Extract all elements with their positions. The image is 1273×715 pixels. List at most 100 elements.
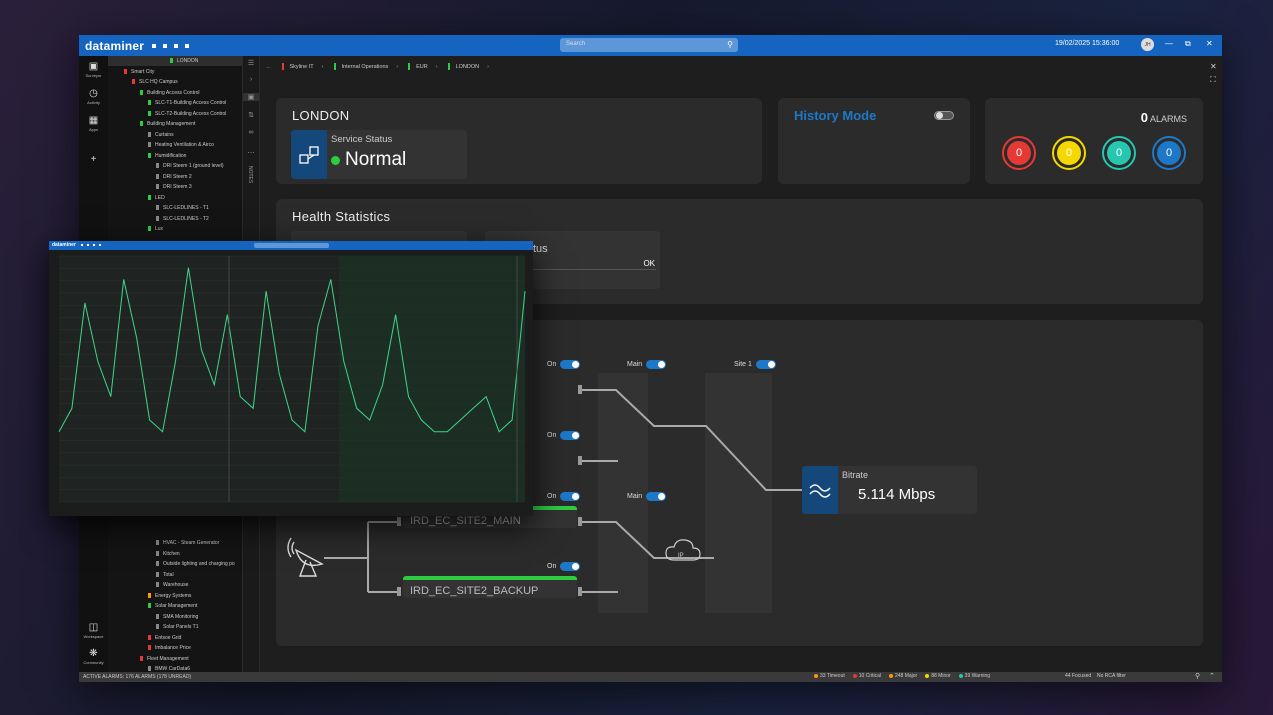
- tree-item[interactable]: Lux: [148, 225, 163, 233]
- state-icon: [408, 63, 411, 70]
- rail-label: Activity: [87, 100, 100, 105]
- tree-item[interactable]: Entsoe Grid: [148, 634, 181, 642]
- rail-surveyor[interactable]: ▣ Surveyor: [79, 61, 108, 78]
- alarm-circle-value: 0: [1107, 141, 1131, 165]
- trend-logo: dataminer: [52, 242, 76, 248]
- rail-add[interactable]: +: [79, 154, 108, 166]
- focused-count[interactable]: 44 Focused: [1065, 673, 1091, 679]
- restore-icon[interactable]: ⧉: [1185, 39, 1191, 49]
- tree-item[interactable]: SLC-T2-Building Access Control: [148, 110, 226, 118]
- breadcrumb-item[interactable]: Internal Operations ›: [333, 63, 398, 70]
- alarm-severity-count[interactable]: 248 Major: [888, 673, 918, 679]
- alarm-circle[interactable]: 0: [1052, 136, 1086, 170]
- tree-item-label: Energy Systems: [155, 592, 192, 599]
- tree-item[interactable]: Solar Management: [148, 602, 197, 610]
- rca-filter[interactable]: No RCA filter: [1097, 673, 1126, 679]
- app-menu-dots-icon[interactable]: [152, 43, 190, 48]
- tree-item[interactable]: Humidification: [148, 152, 186, 160]
- tree-item[interactable]: Curtains: [148, 131, 174, 139]
- severity-label: 10 Critical: [858, 673, 881, 679]
- link-icon[interactable]: ∞: [243, 129, 259, 136]
- rail-label: Workspace: [83, 634, 104, 639]
- menu-icon[interactable]: ☰: [243, 59, 259, 67]
- avatar[interactable]: JH: [1141, 38, 1154, 51]
- alarm-count-label: ALARMS: [1149, 114, 1187, 124]
- tree-item[interactable]: Warehouse: [156, 581, 188, 589]
- active-alarms-text[interactable]: ACTIVE ALARMS: 176 ALARMS (178 UNREAD): [83, 674, 191, 680]
- tree-item[interactable]: SLC-LEDLINES - T2: [156, 215, 209, 223]
- breadcrumb-item[interactable]: EUR ›: [408, 63, 438, 70]
- notes-tab[interactable]: NOTES: [247, 166, 253, 183]
- alarm-severity-count[interactable]: 88 Minor: [925, 673, 951, 679]
- tree-item[interactable]: SLC-LEDLINES - T1: [156, 204, 209, 212]
- alarm-severity-count[interactable]: 33 Timeout: [814, 673, 845, 679]
- tree-item-label: SLC HQ Campus: [139, 79, 178, 85]
- alarm-circle[interactable]: 0: [1002, 136, 1036, 170]
- severity-label: 248 Major: [894, 673, 918, 679]
- search-input[interactable]: Search ⚲: [560, 38, 738, 52]
- service-status-label: Service Status: [331, 134, 393, 145]
- chevron-right-icon[interactable]: ›: [243, 76, 259, 83]
- plus-icon: +: [90, 154, 97, 165]
- severity-dot: [814, 673, 818, 678]
- community-icon: ❋: [89, 648, 98, 659]
- search-icon[interactable]: ⚲: [727, 40, 733, 49]
- tree-item[interactable]: Kitchen: [156, 550, 180, 558]
- tree-item[interactable]: DRI Steem 1 (ground level): [156, 162, 224, 170]
- activity-icon: ◷: [89, 88, 98, 99]
- breadcrumb-item[interactable]: LONDON ›: [447, 63, 489, 70]
- tree-item[interactable]: Energy Systems: [148, 592, 191, 600]
- tree-item[interactable]: Building Access Control: [140, 89, 200, 97]
- tree-item[interactable]: Solar Panels T1: [156, 623, 198, 631]
- alarm-circle[interactable]: 0: [1102, 136, 1136, 170]
- history-mode-toggle[interactable]: [934, 111, 954, 120]
- chart-highlight-region: [339, 256, 525, 502]
- monitor-icon[interactable]: ▣: [243, 93, 259, 101]
- ip-label: IP: [678, 553, 684, 559]
- state-icon: [156, 582, 159, 588]
- tree-item-label: Building Management: [147, 121, 196, 127]
- rail-apps[interactable]: ▦ Apps: [79, 115, 108, 132]
- tree-item[interactable]: Outside lighting and charging po: [156, 560, 235, 568]
- alarm-circle[interactable]: 0: [1152, 136, 1186, 170]
- history-mode-label: History Mode: [794, 108, 877, 123]
- sort-icon[interactable]: ⇅: [243, 111, 259, 119]
- rail-workspace[interactable]: ◫ Workspace: [79, 622, 108, 639]
- tree-item[interactable]: LONDON: [170, 57, 198, 65]
- state-icon: [170, 58, 173, 64]
- tree-item[interactable]: BMW CarData6: [148, 665, 190, 672]
- breadcrumb-item[interactable]: Skyline IT ›: [281, 63, 324, 70]
- tree-item-label: LED: [155, 194, 165, 201]
- bitrate-box: Bitrate 5.114 Mbps: [802, 466, 977, 514]
- tree-item[interactable]: LED: [148, 194, 165, 202]
- tree-item[interactable]: Fleet Management: [140, 655, 189, 663]
- trend-search-input[interactable]: [254, 243, 329, 248]
- rail-community[interactable]: ❋ Community: [79, 648, 108, 665]
- tree-item[interactable]: DRI Steem 3: [156, 183, 192, 191]
- tree-item-label: Outside lighting and charging po: [163, 561, 235, 567]
- state-icon: [156, 561, 159, 567]
- breadcrumb-label: Skyline IT: [289, 63, 314, 70]
- alarm-circle-value: 0: [1007, 141, 1031, 165]
- rail-activity[interactable]: ◷ Activity: [79, 88, 108, 105]
- close-card-icon[interactable]: ✕: [1210, 62, 1217, 71]
- alarm-severity-count[interactable]: 39 Warning: [958, 673, 990, 679]
- tree-item[interactable]: SLC-T1-Building Access Control: [148, 99, 226, 107]
- tree-item[interactable]: Total: [156, 571, 174, 579]
- search-icon[interactable]: ⚲: [1195, 672, 1200, 680]
- tree-item[interactable]: Building Management: [140, 120, 195, 128]
- more-icon[interactable]: ⋯: [243, 149, 259, 157]
- tree-item[interactable]: DRI Steem 2: [156, 173, 192, 181]
- state-icon: [148, 100, 151, 106]
- back-icon[interactable]: ←: [266, 64, 272, 70]
- tree-item[interactable]: Imbalance Price: [148, 644, 191, 652]
- tree-item[interactable]: Smart City: [124, 68, 154, 76]
- minimize-icon[interactable]: —: [1165, 39, 1173, 48]
- tree-item[interactable]: Heating Ventilation & Airco: [148, 141, 214, 149]
- tree-item[interactable]: SMA Monitoring: [156, 613, 198, 621]
- tree-item[interactable]: SLC HQ Campus: [132, 78, 178, 86]
- alarm-severity-count[interactable]: 10 Critical: [852, 673, 881, 679]
- close-icon[interactable]: ✕: [1206, 39, 1213, 48]
- chevron-up-icon[interactable]: ⌃: [1209, 672, 1215, 680]
- tree-item[interactable]: HVAC - Steam Generator: [156, 539, 219, 547]
